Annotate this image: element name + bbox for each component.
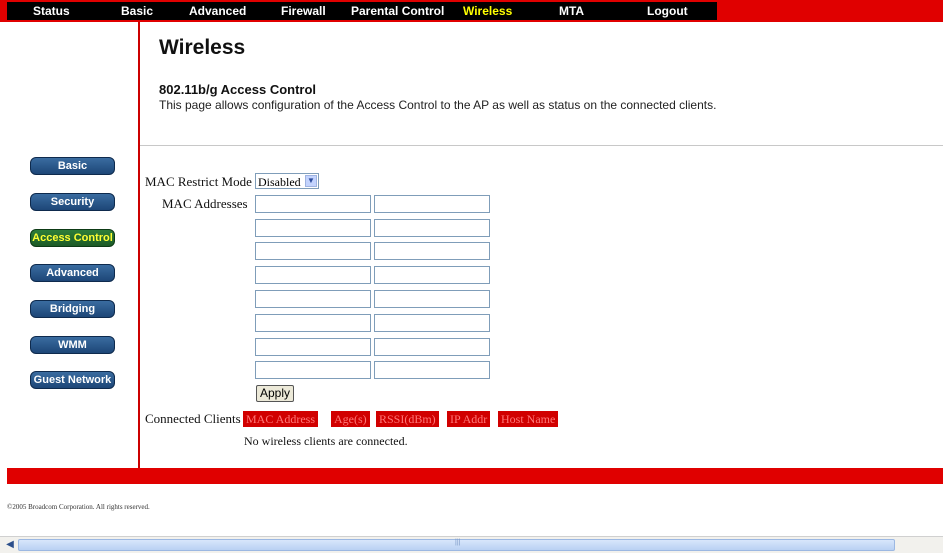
column-rssi: RSSI(dBm) — [376, 411, 439, 427]
nav-basic[interactable]: Basic — [121, 4, 153, 18]
nav-parental-control[interactable]: Parental Control — [351, 4, 444, 18]
sidebar-item-guest-network[interactable]: Guest Network — [30, 371, 115, 389]
scroll-left-arrow-icon[interactable]: ◀ — [3, 539, 17, 551]
sidebar-item-wmm[interactable]: WMM — [30, 336, 115, 354]
sidebar-item-access-control[interactable]: Access Control — [30, 229, 115, 247]
mac-address-input[interactable] — [255, 338, 371, 356]
section-description: This page allows configuration of the Ac… — [159, 98, 717, 112]
mac-addresses-label: MAC Addresses — [162, 196, 248, 211]
mac-address-input[interactable] — [374, 314, 490, 332]
mac-address-input[interactable] — [255, 290, 371, 308]
nav-wireless[interactable]: Wireless — [463, 4, 512, 18]
scrollbar-corner — [898, 539, 940, 551]
page-title: Wireless — [159, 36, 246, 59]
mac-address-input[interactable] — [374, 338, 490, 356]
column-host-name: Host Name — [498, 411, 559, 427]
mac-address-input[interactable] — [255, 361, 371, 379]
column-age: Age(s) — [331, 411, 370, 427]
mac-restrict-mode-select[interactable]: Disabled ▼ — [255, 173, 319, 189]
mac-address-input[interactable] — [374, 266, 490, 284]
mac-address-input[interactable] — [255, 242, 371, 260]
mac-address-input[interactable] — [374, 219, 490, 237]
mac-address-input[interactable] — [374, 242, 490, 260]
column-ip-addr: IP Addr — [447, 411, 491, 427]
mac-address-input[interactable] — [374, 195, 490, 213]
nav-mta[interactable]: MTA — [559, 4, 584, 18]
section-title: 802.11b/g Access Control — [159, 82, 317, 97]
mac-address-input[interactable] — [374, 361, 490, 379]
horizontal-scrollbar[interactable]: ◀ ||| — [0, 536, 943, 553]
top-navigation-bar: Status Basic Advanced Firewall Parental … — [0, 0, 943, 22]
chevron-down-icon[interactable]: ▼ — [305, 175, 317, 187]
mac-restrict-mode-value: Disabled — [258, 175, 301, 189]
mac-restrict-mode-label: MAC Restrict Mode — [145, 174, 252, 189]
apply-button[interactable]: Apply — [256, 385, 294, 402]
nav-logout[interactable]: Logout — [647, 4, 688, 18]
nav-advanced[interactable]: Advanced — [189, 4, 246, 18]
sidebar-item-basic[interactable]: Basic — [30, 157, 115, 175]
nav-status[interactable]: Status — [33, 4, 70, 18]
connected-clients-label: Connected Clients — [145, 411, 241, 426]
left-divider — [138, 22, 140, 468]
mac-address-input[interactable] — [255, 219, 371, 237]
mac-address-input[interactable] — [255, 314, 371, 332]
column-mac-address: MAC Address — [243, 411, 319, 427]
copyright-text: ©2005 Broadcom Corporation. All rights r… — [7, 503, 150, 511]
no-clients-message: No wireless clients are connected. — [244, 434, 408, 448]
mac-address-input[interactable] — [374, 290, 490, 308]
footer-bar — [7, 468, 943, 484]
nav-firewall[interactable]: Firewall — [281, 4, 326, 18]
sidebar-item-security[interactable]: Security — [30, 193, 115, 211]
mac-address-input[interactable] — [255, 195, 371, 213]
mac-address-input[interactable] — [255, 266, 371, 284]
sidebar-item-advanced[interactable]: Advanced — [30, 264, 115, 282]
sidebar-item-bridging[interactable]: Bridging — [30, 300, 115, 318]
scroll-grip-icon: ||| — [455, 539, 461, 546]
header-divider — [140, 145, 943, 146]
